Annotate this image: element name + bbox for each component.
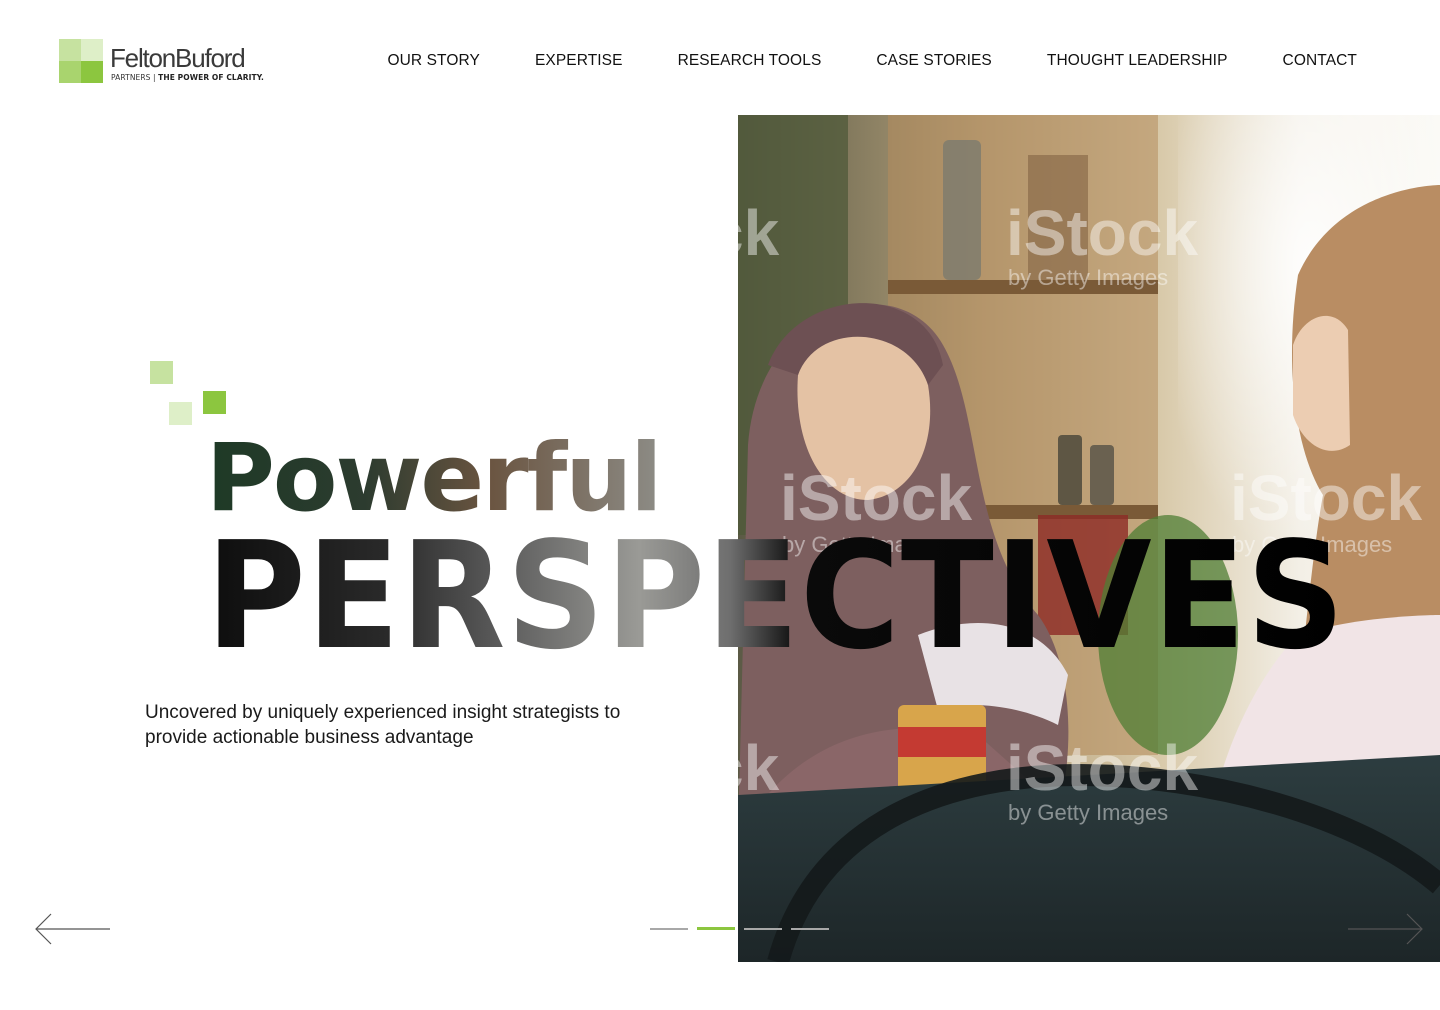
brand-tagline: PARTNERS | THE POWER OF CLARITY.: [111, 73, 264, 82]
nav-item-expertise[interactable]: EXPERTISE: [535, 52, 623, 70]
slider-pagination: [650, 927, 829, 930]
decor-square-2: [169, 402, 192, 425]
svg-text:by Getty Images: by Getty Images: [1008, 800, 1168, 825]
svg-text:ck: ck: [738, 197, 780, 269]
nav-item-research-tools[interactable]: RESEARCH TOOLS: [678, 52, 822, 70]
decor-square-1: [150, 361, 173, 384]
slider-dot-3[interactable]: [744, 928, 782, 930]
svg-text:ck: ck: [738, 732, 780, 804]
watermark-1: iStock: [1006, 197, 1198, 269]
headline-perspectives: PERSPECTIVES: [206, 510, 1346, 682]
brand-tagline-right: THE POWER OF CLARITY.: [158, 73, 264, 82]
svg-text:iStock: iStock: [1006, 732, 1198, 804]
hero-subtitle: Uncovered by uniquely experienced insigh…: [145, 702, 621, 748]
nav-item-case-stories[interactable]: CASE STORIES: [876, 52, 991, 70]
brand-tagline-left: PARTNERS |: [111, 73, 156, 82]
arrow-left-icon[interactable]: [34, 913, 110, 945]
slider-dot-2[interactable]: [697, 927, 735, 930]
arrow-right-icon[interactable]: [1348, 913, 1424, 945]
slider-dot-4[interactable]: [791, 928, 829, 930]
nav-item-contact[interactable]: CONTACT: [1283, 52, 1357, 70]
brand-name: FeltonBuford: [110, 43, 246, 73]
slider-dot-1[interactable]: [650, 928, 688, 930]
brand-logo[interactable]: FeltonBuford PARTNERS | THE POWER OF CLA…: [59, 39, 269, 85]
logo-mark-icon: [59, 39, 103, 83]
svg-text:by Getty Images: by Getty Images: [1008, 265, 1168, 290]
nav-item-thought-leadership[interactable]: THOUGHT LEADERSHIP: [1047, 52, 1228, 70]
main-nav: OUR STORY EXPERTISE RESEARCH TOOLS CASE …: [387, 52, 1357, 70]
nav-item-our-story[interactable]: OUR STORY: [387, 52, 480, 70]
decor-square-3: [203, 391, 226, 414]
